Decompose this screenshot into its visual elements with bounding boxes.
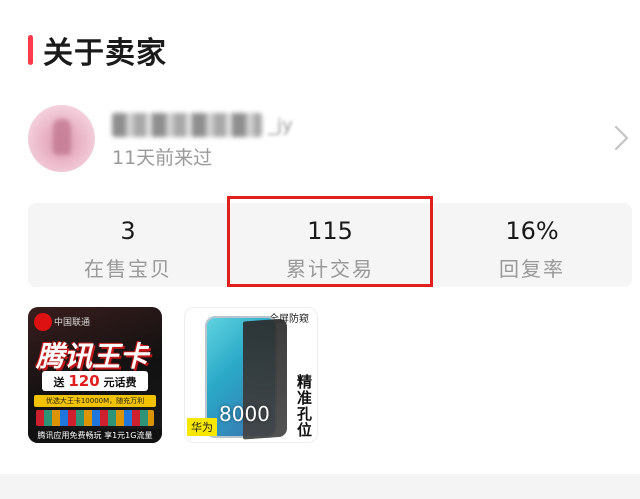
- product-price-overlay: 8000: [219, 402, 270, 426]
- seller-profile-row[interactable]: _jy 11天前来过: [28, 105, 632, 173]
- stat-label: 在售宝贝: [84, 257, 172, 281]
- product-band-text: 优选大王卡10000M，随充万利: [34, 395, 156, 407]
- product-brand: 中国联通: [54, 318, 91, 328]
- brand-tag: 华为: [187, 418, 217, 436]
- product-title: 腾讯王卡: [36, 340, 149, 373]
- highlight-annotation-box: [227, 196, 433, 287]
- product-thumbnail-screen-protector[interactable]: 全屏防窥 精准孔位 华为 8000: [184, 307, 318, 443]
- section-divider: [0, 474, 640, 499]
- seller-name: _jy: [112, 111, 293, 139]
- section-header: 关于卖家: [28, 30, 167, 71]
- stat-value: 3: [120, 217, 136, 245]
- stat-items-on-sale[interactable]: 3 在售宝贝: [28, 203, 228, 287]
- seller-name-suffix: _jy: [268, 114, 293, 136]
- last-seen-text: 11天前来过: [112, 147, 213, 169]
- avatar-image: [53, 119, 71, 155]
- section-title: 关于卖家: [43, 36, 167, 71]
- stat-value: 16%: [505, 217, 559, 245]
- product-thumbnail-sim-card[interactable]: 中国联通 腾讯王卡 送 120 元话费 优选大王卡10000M，随充万利 腾讯应…: [28, 307, 162, 443]
- app-icons-strip: [36, 410, 154, 426]
- product-promo-ribbon: 送 120 元话费: [42, 371, 148, 391]
- chevron-right-icon[interactable]: [610, 123, 632, 153]
- blurred-name-mask: [112, 113, 262, 137]
- product-footer-text: 腾讯应用免费畅玩 享1元1G流量: [28, 429, 162, 443]
- unicom-logo-icon: [34, 313, 52, 331]
- seller-avatar[interactable]: [28, 105, 95, 172]
- product-side-text: 精准孔位: [297, 373, 313, 439]
- title-accent-bar: [28, 35, 33, 65]
- stat-reply-rate[interactable]: 16% 回复率: [432, 203, 632, 287]
- stat-label: 回复率: [499, 257, 565, 281]
